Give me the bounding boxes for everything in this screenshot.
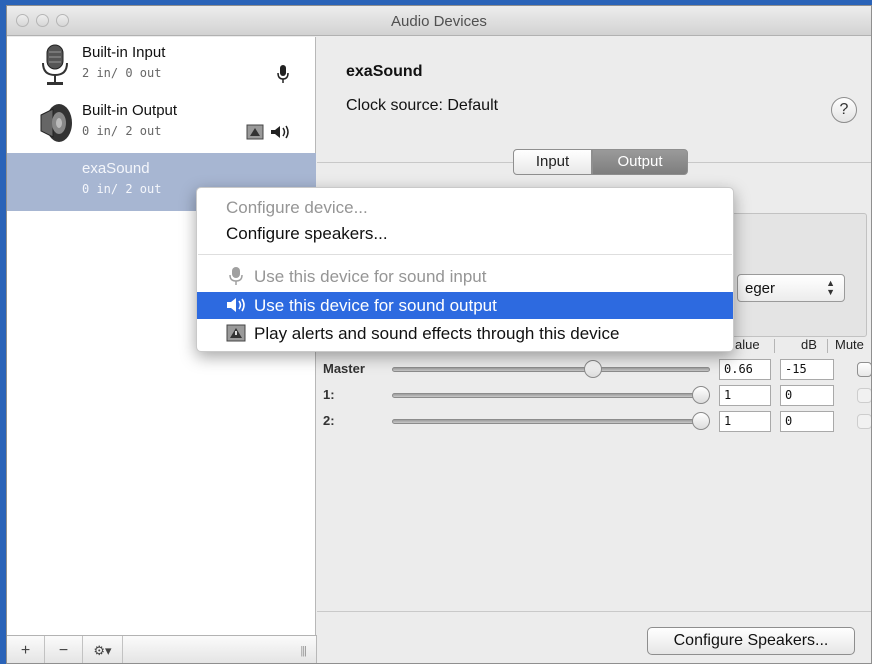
device-io: 0 in/ 2 out <box>82 124 162 138</box>
menu-item-configure-speakers[interactable]: Configure speakers... <box>197 220 733 247</box>
alert-and-speaker-icon <box>246 124 289 140</box>
microphone-icon <box>229 267 243 285</box>
device-name: Built-in Input <box>82 44 166 61</box>
menu-item-configure-device[interactable]: Configure device... <box>197 194 733 221</box>
channel-value-field[interactable]: 0.66 <box>719 359 771 380</box>
menu-separator <box>198 254 732 255</box>
format-popup[interactable]: eger ▲ ▼ <box>737 274 845 302</box>
device-item-built-in-input[interactable]: Built-in Input 2 in/ 0 out <box>7 37 316 95</box>
alert-icon <box>226 324 246 342</box>
channel-db-field[interactable]: 0 <box>780 411 834 432</box>
divider <box>827 339 828 353</box>
channel-label: Master <box>323 361 365 376</box>
sidebar-footer: + − ⚙▾ ||| <box>7 635 317 663</box>
tab-input[interactable]: Input <box>513 149 592 175</box>
device-name: Built-in Output <box>82 102 178 119</box>
device-io: 0 in/ 2 out <box>82 182 162 196</box>
device-context-menu: Configure device... Configure speakers..… <box>196 187 734 352</box>
mute-checkbox[interactable] <box>857 362 871 377</box>
microphone-icon <box>277 65 289 83</box>
menu-item-label: Configure device... <box>226 198 368 217</box>
volume-slider[interactable] <box>392 419 710 424</box>
channel-row-master: Master 0.66 -15 <box>323 359 871 383</box>
volume-slider-knob[interactable] <box>692 412 710 430</box>
menu-item-label: Play alerts and sound effects through th… <box>254 324 620 343</box>
gear-menu-button[interactable]: ⚙▾ <box>83 636 123 663</box>
menu-item-play-alerts[interactable]: Play alerts and sound effects through th… <box>197 320 733 347</box>
volume-slider[interactable] <box>392 367 710 372</box>
channel-row-1: 1: 1 0 <box>323 385 871 409</box>
volume-slider[interactable] <box>392 393 710 398</box>
clock-source: Clock source: Default <box>346 97 499 114</box>
device-item-built-in-output[interactable]: Built-in Output 0 in/ 2 out <box>7 95 316 153</box>
divider <box>774 339 775 353</box>
format-popup-value: eger <box>745 280 776 297</box>
channel-db-field[interactable]: 0 <box>780 385 834 406</box>
divider <box>317 611 871 612</box>
window-title: Audio Devices <box>391 13 487 30</box>
volume-slider-knob[interactable] <box>692 386 710 404</box>
channel-value-field[interactable]: 1 <box>719 411 771 432</box>
microphone-icon <box>42 44 68 85</box>
channel-value-field[interactable]: 1 <box>719 385 771 406</box>
mute-checkbox[interactable] <box>857 388 871 403</box>
configure-speakers-button[interactable]: Configure Speakers... <box>647 627 855 655</box>
menu-item-use-for-output[interactable]: Use this device for sound output <box>197 292 733 319</box>
column-header-db: dB <box>801 337 817 352</box>
remove-device-button[interactable]: − <box>45 636 83 663</box>
column-header-value: alue <box>735 337 760 352</box>
help-button[interactable]: ? <box>831 97 857 123</box>
menu-item-label: Use this device for sound output <box>254 296 497 315</box>
speaker-icon <box>40 104 72 142</box>
device-name: exaSound <box>82 160 150 177</box>
resize-grip[interactable]: ||| <box>300 645 307 657</box>
device-io: 2 in/ 0 out <box>82 66 162 80</box>
menu-item-label: Use this device for sound input <box>254 267 487 286</box>
updown-arrows-icon: ▲ ▼ <box>826 278 835 297</box>
channel-label: 2: <box>323 413 335 428</box>
channel-label: 1: <box>323 387 335 402</box>
column-header-mute: Mute <box>835 337 864 352</box>
device-title: exaSound <box>346 63 423 80</box>
menu-item-label: Configure speakers... <box>226 224 388 243</box>
menu-item-use-for-input[interactable]: Use this device for sound input <box>197 263 733 290</box>
title-bar: Audio Devices <box>7 6 871 36</box>
tab-output[interactable]: Output <box>592 149 688 175</box>
channel-row-2: 2: 1 0 <box>323 411 871 435</box>
speaker-icon <box>227 298 245 312</box>
add-device-button[interactable]: + <box>7 636 45 663</box>
volume-slider-knob[interactable] <box>583 360 602 378</box>
channel-db-field[interactable]: -15 <box>780 359 834 380</box>
mute-checkbox[interactable] <box>857 414 871 429</box>
